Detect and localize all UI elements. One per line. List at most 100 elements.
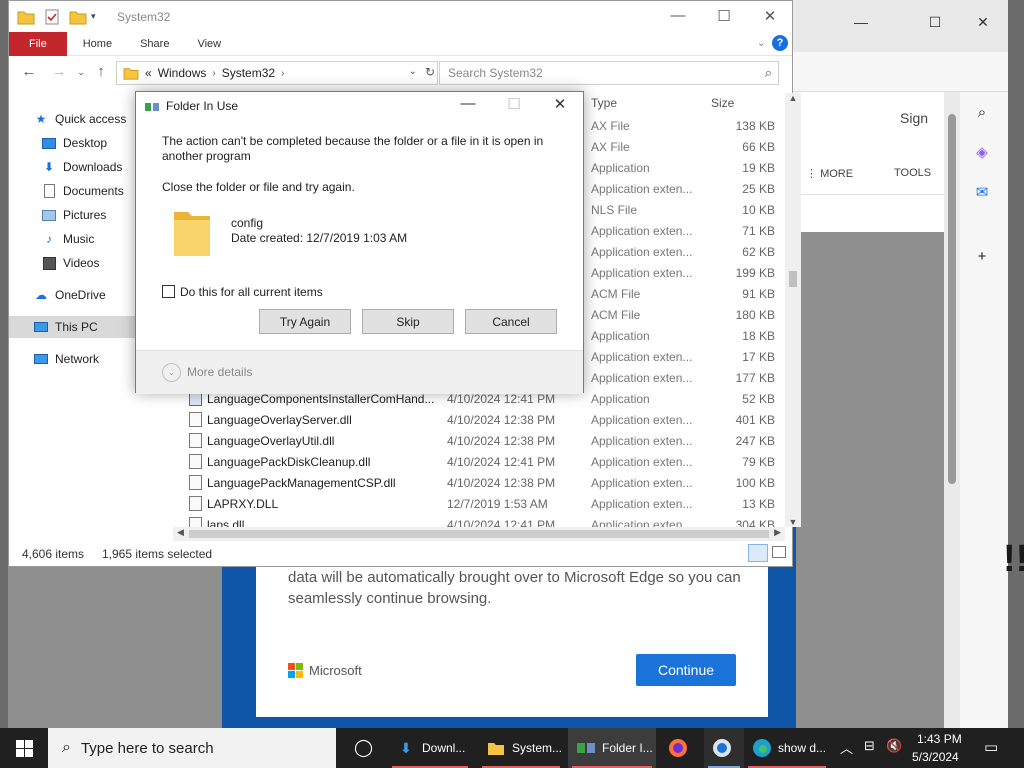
table-row[interactable]: LanguagePackManagementCSP.dll 4/10/2024 1… — [181, 472, 781, 493]
nav-downloads[interactable]: ⬇ Downloads — [41, 156, 122, 178]
scroll-right-icon[interactable]: ▶ — [774, 527, 781, 538]
back-icon[interactable]: ← — [19, 63, 39, 80]
more-menu[interactable]: ⋮ MORE — [806, 167, 853, 180]
large-icons-view-icon[interactable] — [772, 546, 786, 558]
scroll-left-icon[interactable]: ◀ — [177, 527, 184, 538]
sidebar-search-icon[interactable]: ⌕ — [968, 98, 996, 126]
chevron-right-icon[interactable]: › — [212, 68, 215, 79]
nav-documents[interactable]: Documents — [41, 180, 124, 202]
file-type: Application exten... — [591, 265, 693, 280]
up-icon[interactable]: ↑ — [91, 63, 111, 80]
nav-videos[interactable]: Videos — [41, 252, 99, 274]
details-view-icon[interactable] — [748, 544, 768, 562]
nav-pictures[interactable]: Pictures — [41, 204, 106, 226]
table-row[interactable]: LAPRXY.DLL 12/7/2019 1:53 AM Application e… — [181, 493, 781, 514]
show-hidden-icons-icon[interactable]: ︿ — [840, 738, 853, 757]
edge-minimize-button[interactable]: — — [846, 14, 876, 30]
dialog-close-button[interactable]: ✕ — [546, 95, 574, 113]
tab-view[interactable]: View — [183, 32, 235, 56]
file-name: laps.dll — [207, 517, 245, 528]
nav-music[interactable]: ♪ Music — [41, 228, 94, 250]
tools-menu[interactable]: TOOLS — [894, 167, 931, 179]
column-header-size[interactable]: Size — [711, 96, 734, 110]
address-bar[interactable]: « Windows › System32 › ⌄ ↻ — [116, 61, 438, 85]
close-button[interactable]: ✕ — [755, 7, 785, 25]
scroll-down-icon[interactable]: ▼ — [785, 517, 801, 527]
window-title: System32 — [117, 10, 171, 24]
apply-all-checkbox[interactable] — [162, 285, 175, 298]
column-header-type[interactable]: Type — [591, 96, 617, 110]
edge-maximize-button[interactable]: ☐ — [920, 14, 950, 31]
dialog-minimize-button[interactable]: — — [454, 95, 482, 112]
clock-time[interactable]: 1:43 PM — [917, 732, 962, 746]
nav-desktop[interactable]: Desktop — [41, 132, 107, 154]
expand-ribbon-icon[interactable]: ⌄ — [757, 36, 766, 49]
vertical-scrollbar[interactable]: ▲ ▼ — [785, 93, 801, 527]
chevron-right-icon[interactable]: › — [281, 68, 284, 79]
scroll-thumb[interactable] — [789, 271, 797, 287]
sidebar-add-icon[interactable]: + — [968, 242, 996, 270]
recent-locations-icon[interactable]: ⌄ — [71, 67, 91, 78]
forward-icon[interactable]: → — [49, 63, 69, 80]
new-folder-icon[interactable] — [69, 8, 87, 26]
more-details-link[interactable]: More details — [187, 365, 252, 379]
file-date-modified: 4/10/2024 12:38 PM — [447, 433, 556, 448]
apply-all-label[interactable]: Do this for all current items — [180, 285, 323, 299]
clock-date[interactable]: 5/3/2024 — [912, 750, 959, 764]
breadcrumb-overflow[interactable]: « — [145, 66, 152, 80]
scroll-thumb[interactable] — [189, 530, 769, 538]
customize-toolbar-icon[interactable]: ▾ — [91, 11, 96, 22]
sign-in-button[interactable]: Sign — [900, 110, 928, 126]
edge-scrollbar[interactable] — [944, 92, 960, 728]
taskbar-item-downloads[interactable]: ⬇ Downl... — [388, 728, 472, 768]
try-again-button[interactable]: Try Again — [259, 309, 351, 334]
taskbar-search-box[interactable]: ⌕ Type here to search — [48, 728, 336, 768]
nav-network[interactable]: Network — [33, 348, 99, 370]
properties-icon[interactable] — [43, 8, 61, 26]
volume-muted-icon[interactable]: 🔇 — [886, 738, 902, 754]
taskbar-item-firefox[interactable] — [660, 728, 700, 768]
table-row[interactable]: LanguagePackDiskCleanup.dll 4/10/2024 12:… — [181, 451, 781, 472]
network-icon — [33, 351, 49, 367]
sidebar-outlook-icon[interactable]: ✉ — [968, 178, 996, 206]
item-count: 4,606 items — [22, 547, 85, 561]
help-icon[interactable]: ? — [772, 35, 788, 51]
file-date-modified: 4/10/2024 12:38 PM — [447, 475, 556, 490]
skip-button[interactable]: Skip — [362, 309, 454, 334]
start-button[interactable] — [0, 728, 48, 768]
chevron-down-icon[interactable]: ⌄ — [162, 363, 181, 382]
network-icon[interactable]: ⊟ — [864, 738, 875, 754]
edge-close-button[interactable]: ✕ — [968, 14, 998, 31]
refresh-icon[interactable]: ↻ — [425, 65, 435, 79]
continue-button[interactable]: Continue — [636, 654, 736, 686]
breadcrumb-windows[interactable]: Windows — [158, 66, 207, 80]
table-row[interactable]: laps.dll 4/10/2024 12:41 PM Application ex… — [181, 514, 781, 527]
tab-file[interactable]: File — [9, 31, 67, 56]
nav-onedrive[interactable]: ☁ OneDrive — [33, 284, 106, 306]
status-bar: 4,606 items 1,965 items selected — [9, 543, 792, 565]
horizontal-scrollbar[interactable]: ◀ ▶ — [173, 527, 785, 541]
address-dropdown-icon[interactable]: ⌄ — [409, 66, 417, 77]
table-row[interactable]: LanguageOverlayServer.dll 4/10/2024 12:38… — [181, 409, 781, 430]
nav-quick-access[interactable]: ★ Quick access — [33, 108, 127, 130]
edge-scroll-thumb[interactable] — [948, 114, 956, 484]
minimize-button[interactable]: — — [663, 7, 693, 24]
table-row[interactable]: LanguageOverlayUtil.dll 4/10/2024 12:38 P… — [181, 430, 781, 451]
taskbar-item-system32[interactable]: System... — [478, 728, 564, 768]
dll-file-icon — [189, 433, 202, 448]
taskbar-item-edge[interactable]: show d... — [744, 728, 830, 768]
taskbar-item-folder-in-use[interactable]: Folder I... — [568, 728, 656, 768]
file-size: 401 KB — [735, 412, 775, 427]
tab-home[interactable]: Home — [69, 32, 126, 56]
scroll-up-icon[interactable]: ▲ — [785, 93, 801, 103]
search-input[interactable]: Search System32 ⌕ — [439, 61, 779, 85]
task-view-button[interactable]: ◯ — [346, 728, 376, 768]
sidebar-shopping-icon[interactable]: ◈ — [968, 138, 996, 166]
notifications-icon[interactable]: ▭ — [984, 738, 998, 756]
breadcrumb-system32[interactable]: System32 — [222, 66, 275, 80]
maximize-button[interactable]: ☐ — [709, 7, 739, 25]
file-size: 71 KB — [742, 223, 775, 238]
taskbar-item-chrome[interactable] — [704, 728, 744, 768]
tab-share[interactable]: Share — [126, 32, 183, 56]
cancel-button[interactable]: Cancel — [465, 309, 557, 334]
